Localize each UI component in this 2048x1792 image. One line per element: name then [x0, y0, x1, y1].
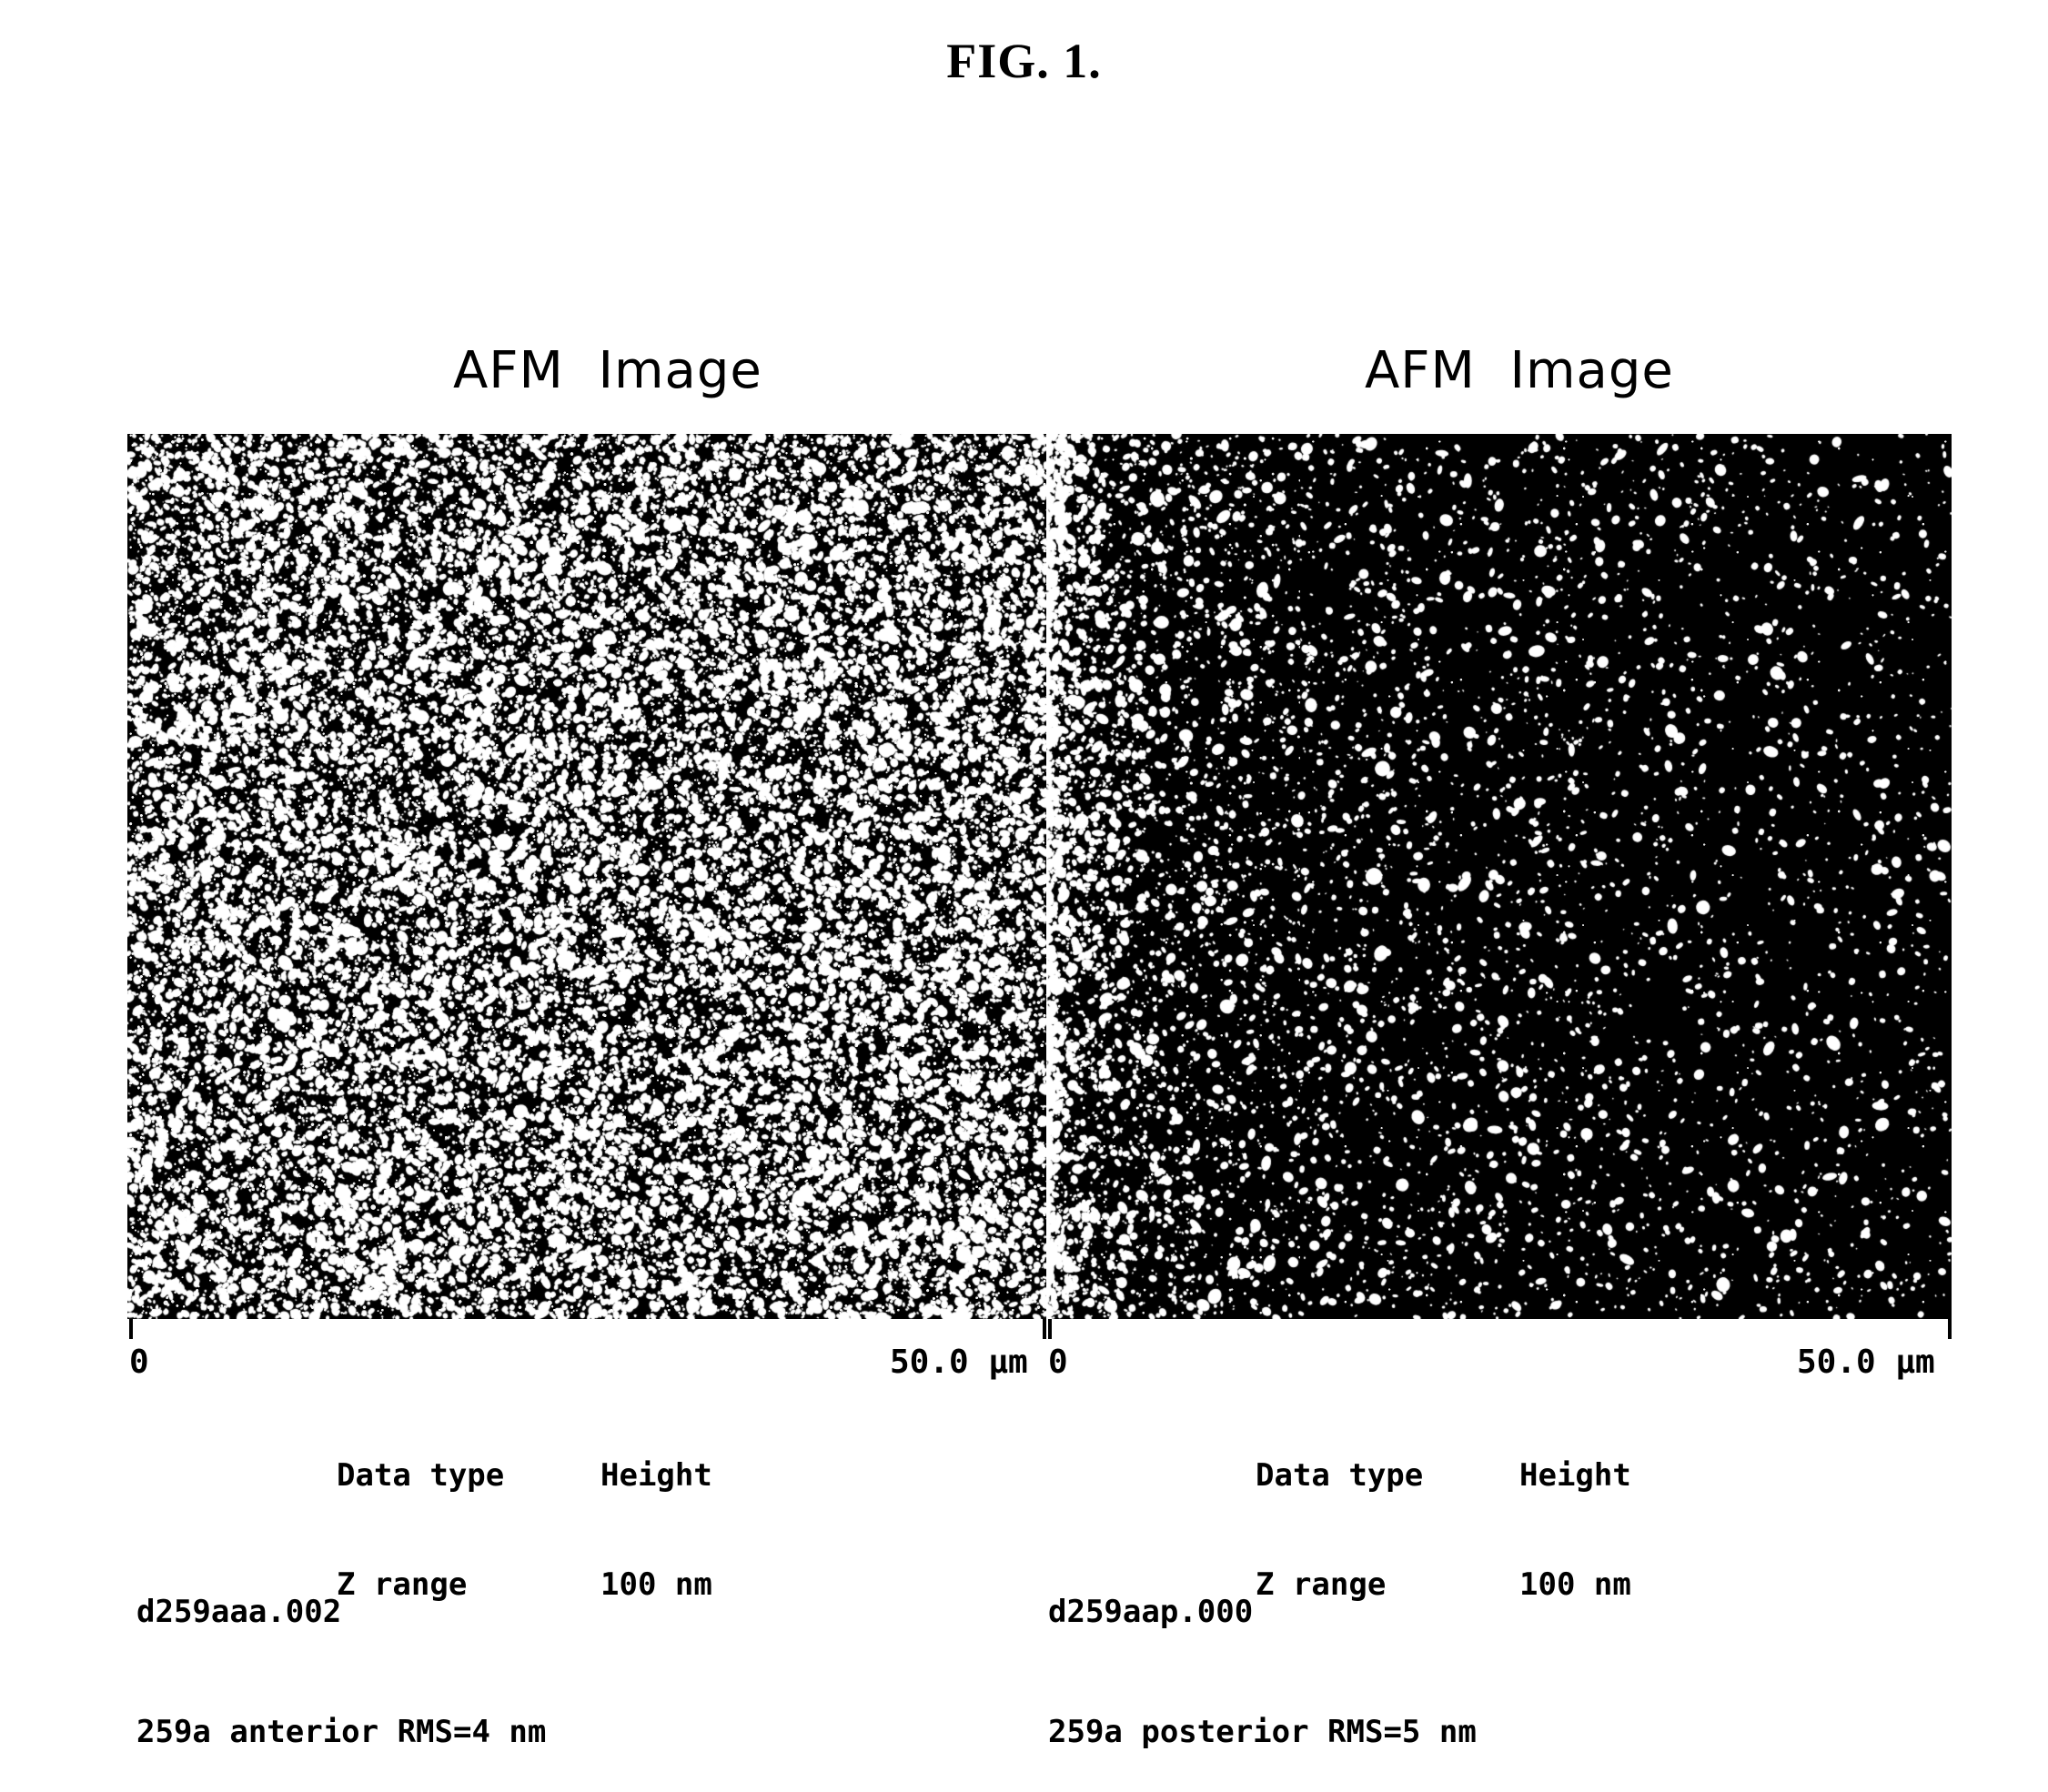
- caption-filename-left: d259aaa.002: [136, 1594, 342, 1630]
- caption-left: d259aaa.002 259a anterior RMS=4 nm: [136, 1512, 546, 1792]
- scale-tick-right-end: [1948, 1319, 1952, 1339]
- panel-heading-right: AFM Image: [1365, 341, 1674, 400]
- afm-scan-area: [127, 434, 1952, 1319]
- scale-tick-right-start: [1048, 1319, 1052, 1339]
- data-type-key-right: Data type: [1256, 1457, 1424, 1494]
- caption-description-left: 259a anterior RMS=4 nm: [136, 1714, 547, 1750]
- data-type-value-left: Height: [600, 1457, 712, 1494]
- parameter-values-left: Height 100 nm: [600, 1384, 810, 1676]
- scale-tick-left-end: [1043, 1319, 1046, 1339]
- scale-label-left-min: 0: [129, 1344, 149, 1381]
- data-type-value-right: Height: [1519, 1457, 1631, 1494]
- scale-label-right-max: 50.0 µm: [1797, 1344, 1935, 1381]
- parameter-values-right: Height 100 nm: [1519, 1384, 1729, 1676]
- z-range-value-right: 100 nm: [1519, 1566, 1631, 1603]
- caption-filename-right: d259aap.000: [1048, 1594, 1254, 1630]
- panel-divider: [1046, 434, 1048, 1319]
- panel-heading-left: AFM Image: [453, 341, 762, 400]
- scale-tick-left-start: [129, 1319, 133, 1339]
- afm-speckle-canvas: [127, 434, 1046, 1319]
- data-type-key-left: Data type: [337, 1457, 505, 1494]
- z-range-value-left: 100 nm: [600, 1566, 712, 1603]
- figure-title: FIG. 1.: [946, 34, 1102, 88]
- afm-scan-panel-left: [127, 434, 1046, 1319]
- scale-label-right-min: 0: [1048, 1344, 1068, 1381]
- caption-description-right: 259a posterior RMS=5 nm: [1048, 1714, 1477, 1750]
- afm-scan-panel-right: [1046, 434, 1952, 1319]
- afm-speckle-canvas: [1046, 434, 1952, 1319]
- scale-label-left-max: 50.0 µm: [890, 1344, 1028, 1381]
- caption-right: d259aap.000 259a posterior RMS=5 nm: [1048, 1512, 1477, 1792]
